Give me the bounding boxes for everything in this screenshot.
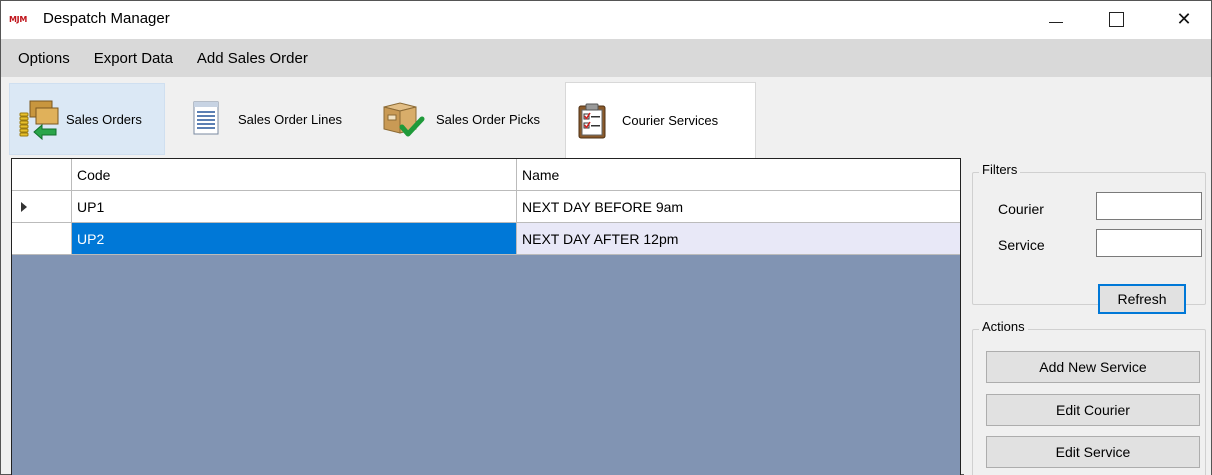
app-window: MJM Despatch Manager ✕ Options Export Da… [0, 0, 1212, 475]
filters-legend: Filters [979, 162, 1021, 177]
menu-options[interactable]: Options [18, 50, 70, 67]
maximize-button[interactable] [1093, 1, 1139, 37]
menu-export-data[interactable]: Export Data [94, 50, 173, 67]
menu-add-sales-order[interactable]: Add Sales Order [197, 50, 308, 67]
filters-group: Filters Courier Service Refresh [972, 162, 1206, 314]
maximize-icon [1108, 11, 1124, 27]
tab-label: Sales Order Picks [436, 111, 541, 127]
service-filter-input[interactable] [1096, 229, 1202, 257]
refresh-button[interactable]: Refresh [1098, 284, 1186, 314]
tab-label: Sales Orders [66, 111, 142, 127]
minimize-icon [1049, 21, 1063, 23]
column-header-code[interactable]: Code [72, 159, 517, 191]
tab-courier-services[interactable]: Courier Services [565, 82, 756, 158]
close-button[interactable]: ✕ [1161, 1, 1207, 37]
edit-service-button[interactable]: Edit Service [986, 436, 1200, 468]
boxes-coins-icon [16, 99, 59, 141]
row-header[interactable] [12, 191, 72, 223]
column-header-name[interactable]: Name [517, 159, 960, 191]
service-label: Service [998, 237, 1045, 253]
actions-legend: Actions [979, 319, 1028, 334]
minimize-button[interactable] [1033, 1, 1079, 37]
title-bar[interactable]: MJM Despatch Manager ✕ [1, 1, 1211, 39]
clipboard-checklist-icon [572, 101, 612, 141]
box-check-icon [378, 99, 426, 139]
side-panel: Filters Courier Service Refresh Actions … [964, 158, 1211, 475]
grid-header: Code Name [12, 159, 960, 191]
tab-label: Sales Order Lines [238, 111, 343, 127]
menu-bar: Options Export Data Add Sales Order [1, 39, 1211, 77]
cell-code[interactable]: UP2 [72, 223, 517, 255]
edit-courier-button[interactable]: Edit Courier [986, 394, 1200, 426]
cell-code[interactable]: UP1 [72, 191, 517, 223]
table-row[interactable]: UP2 NEXT DAY AFTER 12pm [12, 223, 960, 255]
document-lines-icon [188, 99, 228, 139]
cell-name[interactable]: NEXT DAY BEFORE 9am [517, 191, 960, 223]
tab-label: Courier Services [622, 113, 719, 128]
tab-sales-order-lines[interactable]: Sales Order Lines [181, 83, 369, 155]
add-new-service-button[interactable]: Add New Service [986, 351, 1200, 383]
courier-label: Courier [998, 201, 1044, 217]
close-icon: ✕ [1176, 8, 1192, 29]
row-header[interactable] [12, 223, 72, 255]
cell-name[interactable]: NEXT DAY AFTER 12pm [517, 223, 960, 255]
app-logo: MJM [9, 15, 27, 24]
table-row[interactable]: UP1 NEXT DAY BEFORE 9am [12, 191, 960, 223]
courier-filter-input[interactable] [1096, 192, 1202, 220]
current-row-arrow-icon [21, 201, 27, 212]
tab-strip: Sales Orders Sales Order Lines Sales Ord… [1, 77, 1211, 158]
courier-services-grid[interactable]: Code Name UP1 NEXT DAY BEFORE 9am UP2 NE… [11, 158, 961, 475]
tab-sales-orders[interactable]: Sales Orders [9, 83, 165, 155]
actions-group: Actions Add New Service Edit Courier Edi… [972, 319, 1206, 475]
window-title: Despatch Manager [43, 10, 170, 27]
tab-sales-order-picks[interactable]: Sales Order Picks [371, 83, 563, 155]
row-header-corner[interactable] [12, 159, 72, 191]
